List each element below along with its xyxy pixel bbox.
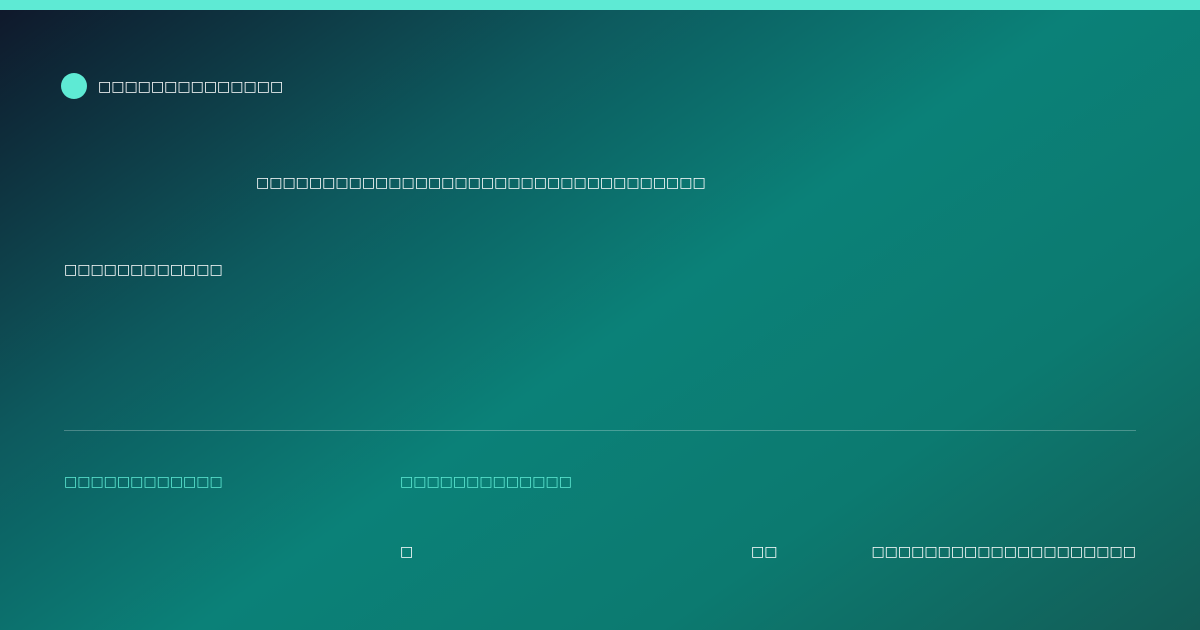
footer-value-3: □□□□□□□□□□□□□□□□□□□□: [871, 544, 1136, 560]
social-card: □□□□□□□□□□□□□□ □□□□□□□□□□□□□□□□□□□□□□□□□…: [0, 0, 1200, 630]
footer-value-2: □□: [751, 544, 778, 560]
brand-name: □□□□□□□□□□□□□□: [98, 79, 284, 95]
subtitle-text: □□□□□□□□□□□□: [64, 262, 223, 278]
section-divider: [64, 430, 1136, 431]
accent-top-bar: [0, 0, 1200, 10]
headline-text: □□□□□□□□□□□□□□□□□□□□□□□□□□□□□□□□□□: [256, 175, 706, 191]
footer-left-label: □□□□□□□□□□□□: [64, 474, 223, 490]
circle-icon: [61, 73, 87, 99]
footer-value-1: □: [400, 544, 414, 560]
footer-middle-label: □□□□□□□□□□□□□: [400, 474, 572, 490]
